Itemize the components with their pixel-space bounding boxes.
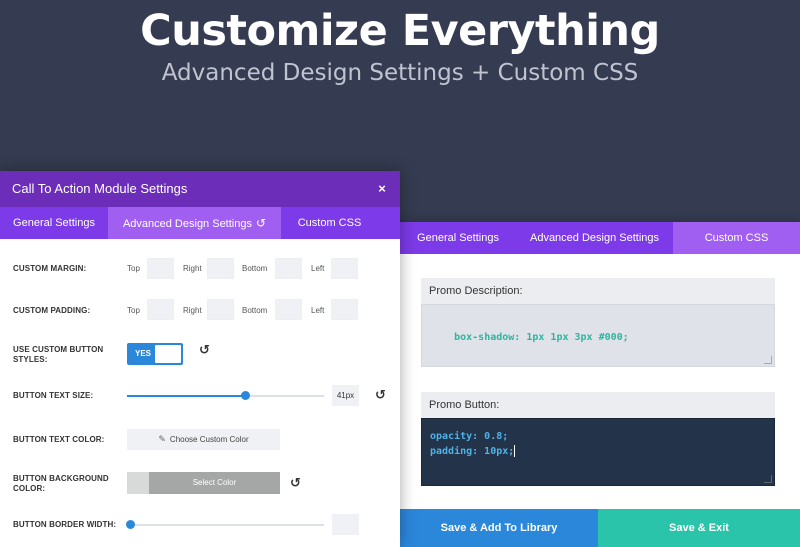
reset-icon[interactable]: ↺ bbox=[256, 207, 266, 239]
button-border-width-value[interactable] bbox=[332, 514, 359, 535]
custom-button-styles-label: USE CUSTOM BUTTON STYLES: bbox=[13, 345, 103, 365]
text-caret bbox=[514, 445, 516, 457]
margin-top-input[interactable] bbox=[147, 258, 174, 279]
button-border-width-slider[interactable] bbox=[127, 524, 324, 526]
custom-button-styles-label-line-1: USE CUSTOM BUTTON bbox=[13, 345, 104, 354]
tab-advanced-design-settings[interactable]: Advanced Design Settings ↺ bbox=[108, 207, 281, 239]
eyedropper-icon: ✎ bbox=[158, 434, 166, 444]
choose-custom-color-button[interactable]: ✎ Choose Custom Color bbox=[127, 429, 280, 450]
slider-handle[interactable] bbox=[240, 391, 250, 400]
button-text-color-label: BUTTON TEXT COLOR: bbox=[13, 435, 105, 444]
custom-margin-label: CUSTOM MARGIN: bbox=[13, 264, 87, 273]
toggle-knob bbox=[155, 345, 181, 363]
padding-bottom-input[interactable] bbox=[275, 299, 302, 320]
reset-icon[interactable]: ↺ bbox=[199, 343, 210, 356]
promo-button-label: Promo Button: bbox=[421, 392, 775, 418]
promo-button-code-line-2: padding: 10px; bbox=[430, 446, 515, 457]
reset-icon[interactable]: ↺ bbox=[375, 388, 386, 401]
hero-title: Customize Everything bbox=[140, 6, 660, 56]
promo-button-css-editor[interactable]: opacity: 0.8; padding: 10px; bbox=[421, 418, 775, 486]
close-icon[interactable]: × bbox=[364, 171, 400, 207]
margin-bottom-label: Bottom bbox=[242, 264, 268, 273]
promo-description-css-editor[interactable]: box-shadow: 1px 1px 3px #000; bbox=[421, 304, 775, 367]
custom-button-styles-toggle[interactable]: YES bbox=[127, 343, 183, 365]
save-add-to-library-button[interactable]: Save & Add To Library bbox=[400, 509, 598, 547]
promo-description-label: Promo Description: bbox=[421, 278, 775, 304]
margin-top-label: Top bbox=[127, 264, 140, 273]
margin-left-label: Left bbox=[311, 264, 325, 273]
color-swatch[interactable] bbox=[127, 472, 149, 494]
reset-icon[interactable]: ↺ bbox=[290, 476, 301, 489]
custom-padding-label: CUSTOM PADDING: bbox=[13, 306, 91, 315]
select-color-button[interactable]: Select Color bbox=[149, 472, 280, 494]
button-text-size-slider[interactable] bbox=[127, 395, 324, 397]
tab-general-settings[interactable]: General Settings bbox=[0, 207, 108, 239]
slider-handle[interactable] bbox=[126, 520, 136, 529]
custom-css-panel: General Settings Advanced Design Setting… bbox=[380, 222, 800, 547]
button-text-size-value[interactable]: 41px bbox=[332, 385, 359, 406]
back-panel-tabs: General Settings Advanced Design Setting… bbox=[380, 222, 800, 254]
padding-top-input[interactable] bbox=[147, 299, 174, 320]
margin-left-input[interactable] bbox=[331, 258, 358, 279]
modal-title: Call To Action Module Settings bbox=[12, 181, 188, 196]
margin-right-input[interactable] bbox=[207, 258, 234, 279]
save-exit-button[interactable]: Save & Exit bbox=[598, 509, 800, 547]
resize-grip-icon[interactable] bbox=[764, 356, 772, 364]
tab-custom-css[interactable]: Custom CSS bbox=[281, 207, 378, 239]
custom-button-styles-label-line-2: STYLES: bbox=[13, 355, 48, 364]
toggle-yes-label: YES bbox=[135, 349, 152, 358]
modal-tabs: General Settings Advanced Design Setting… bbox=[0, 207, 400, 239]
button-background-color-label-line-1: BUTTON BACKGROUND bbox=[13, 474, 109, 483]
modal-header: Call To Action Module Settings × bbox=[0, 171, 400, 207]
hero-subtitle: Advanced Design Settings + Custom CSS bbox=[161, 60, 639, 86]
back-tab-custom-css[interactable]: Custom CSS bbox=[673, 222, 800, 254]
module-settings-modal: Call To Action Module Settings × General… bbox=[0, 171, 400, 547]
padding-top-label: Top bbox=[127, 306, 140, 315]
promo-description-code: box-shadow: 1px 1px 3px #000; bbox=[454, 332, 629, 343]
padding-right-label: Right bbox=[183, 306, 202, 315]
resize-grip-icon[interactable] bbox=[764, 475, 772, 483]
button-background-color-label-line-2: COLOR: bbox=[13, 484, 46, 493]
padding-right-input[interactable] bbox=[207, 299, 234, 320]
button-background-color-label: BUTTON BACKGROUND COLOR: bbox=[13, 474, 109, 494]
back-tab-advanced-design-settings[interactable]: Advanced Design Settings bbox=[516, 222, 673, 254]
padding-bottom-label: Bottom bbox=[242, 306, 268, 315]
promo-button-code-line-1: opacity: 0.8; bbox=[430, 431, 509, 442]
button-text-size-label: BUTTON TEXT SIZE: bbox=[13, 391, 94, 400]
padding-left-label: Left bbox=[311, 306, 325, 315]
tab-label: Advanced Design Settings bbox=[122, 218, 252, 230]
button-border-width-label: BUTTON BORDER WIDTH: bbox=[13, 520, 117, 529]
back-tab-general-settings[interactable]: General Settings bbox=[400, 222, 516, 254]
margin-right-label: Right bbox=[183, 264, 202, 273]
choose-custom-color-label: Choose Custom Color bbox=[169, 435, 249, 444]
slider-fill bbox=[127, 395, 246, 397]
margin-bottom-input[interactable] bbox=[275, 258, 302, 279]
padding-left-input[interactable] bbox=[331, 299, 358, 320]
